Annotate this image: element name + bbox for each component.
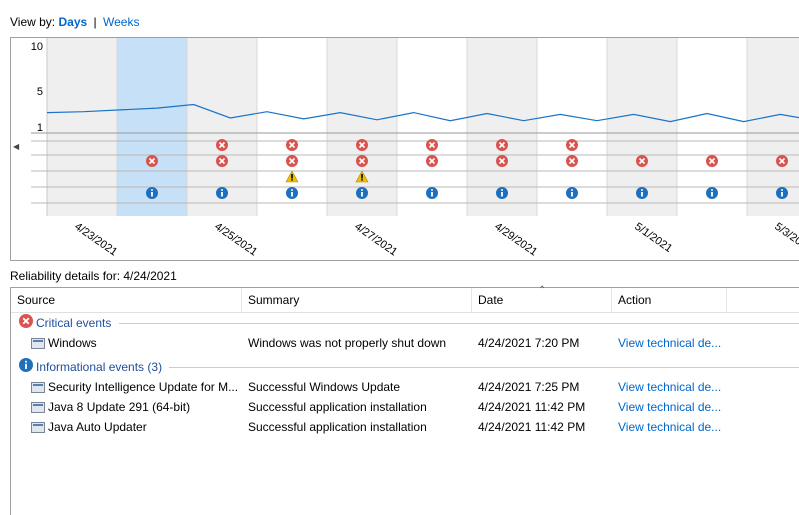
row-date: 4/24/2021 11:42 PM [478, 420, 586, 434]
warning-dot [361, 179, 363, 181]
view-technical-details-link[interactable]: View technical de... [618, 333, 723, 353]
info-dot [291, 189, 293, 191]
row-date: 4/24/2021 11:42 PM [478, 400, 586, 414]
informational-events-label: Informational events (3) [36, 360, 163, 374]
critical-events-group[interactable]: Critical events [19, 313, 111, 333]
application-icon [31, 422, 45, 434]
reliability-chart-svg: 10 5 1 4/23/2021 4/25/2021 4/27/2021 4/29/2021… [31, 38, 799, 259]
date-tick-label: 4/23/2021 [72, 221, 119, 259]
row-summary: Successful application installation [248, 400, 427, 414]
row-source: Windows [48, 336, 97, 350]
view-technical-details-link[interactable]: View technical de... [618, 417, 723, 437]
y-tick-label: 5 [37, 86, 43, 98]
info-dot [221, 189, 223, 191]
info-dot [641, 189, 643, 191]
date-tick-label: 5/3/2021 [772, 221, 799, 255]
warning-dot [291, 179, 293, 181]
info-dot [571, 189, 573, 191]
date-tick-label: 4/25/2021 [212, 221, 259, 259]
view-technical-details-link[interactable]: View technical de... [618, 377, 723, 397]
date-tick-label: 5/1/2021 [632, 221, 674, 255]
info-mark [291, 192, 293, 197]
table-row[interactable]: Security Intelligence Update for M... Su… [11, 377, 799, 397]
application-icon [31, 338, 45, 350]
date-tick-label: 4/29/2021 [492, 221, 539, 259]
critical-events-label: Critical events [36, 316, 112, 330]
info-dot [151, 189, 153, 191]
events-table: Source Summary Date Action ⌃ Critical ev… [10, 285, 799, 515]
info-dot [501, 189, 503, 191]
application-icon [31, 402, 45, 414]
info-mark [781, 192, 783, 197]
chart-column [47, 38, 117, 216]
table-row[interactable]: Windows Windows was not properly shut do… [11, 333, 799, 353]
row-source: Java Auto Updater [48, 420, 147, 434]
info-dot [781, 189, 783, 191]
info-mark [571, 192, 573, 197]
row-source: Security Intelligence Update for M... [48, 380, 239, 394]
view-by-bar: View by: Days | Weeks [10, 15, 139, 29]
view-weeks-link[interactable]: Weeks [103, 15, 139, 29]
row-summary: Windows was not properly shut down [248, 336, 447, 350]
sort-ascending-icon: ⌃ [538, 285, 547, 296]
view-by-separator: | [93, 15, 97, 29]
application-icon [31, 382, 45, 394]
row-summary: Successful Windows Update [248, 380, 401, 394]
y-tick-label: 1 [37, 122, 43, 134]
info-dot [431, 189, 433, 191]
table-row[interactable]: Java Auto Updater Successful application… [11, 417, 799, 437]
table-header: Source Summary Date Action ⌃ [11, 285, 799, 313]
warning-mark [291, 174, 293, 179]
info-mark [641, 192, 643, 197]
info-mark [501, 192, 503, 197]
column-action[interactable]: Action [612, 288, 727, 312]
information-icon [19, 357, 33, 378]
reliability-details-label: Reliability details for: 4/24/2021 [10, 269, 177, 283]
view-technical-details-link[interactable]: View technical de... [618, 397, 723, 417]
info-mark [221, 192, 223, 197]
column-source[interactable]: Source [11, 288, 242, 312]
reliability-chart[interactable]: ◀ 10 5 1 4/23/2021 4/25/2021 4/27/2021 4/29/20… [10, 37, 799, 261]
row-date: 4/24/2021 7:20 PM [478, 336, 580, 350]
chart-column [747, 38, 799, 216]
critical-error-icon [19, 313, 33, 334]
table-row[interactable]: Java 8 Update 291 (64-bit) Successful ap… [11, 397, 799, 417]
info-mark [151, 192, 153, 197]
critical-group-divider [119, 323, 799, 324]
info-mark [711, 192, 713, 197]
row-source: Java 8 Update 291 (64-bit) [48, 400, 191, 414]
view-days-link[interactable]: Days [58, 15, 87, 29]
info-dot [711, 189, 713, 191]
row-summary: Successful application installation [248, 420, 427, 434]
informational-events-group[interactable]: Informational events (3) [19, 357, 162, 377]
y-tick-label: 10 [31, 41, 43, 53]
info-mark [431, 192, 433, 197]
info-dot [361, 189, 363, 191]
informational-group-divider [169, 367, 799, 368]
row-date: 4/24/2021 7:25 PM [478, 380, 580, 394]
view-by-label: View by: [10, 15, 56, 29]
info-mark [361, 192, 363, 197]
warning-mark [361, 174, 363, 179]
column-summary[interactable]: Summary [242, 288, 472, 312]
date-tick-label: 4/27/2021 [352, 221, 399, 259]
